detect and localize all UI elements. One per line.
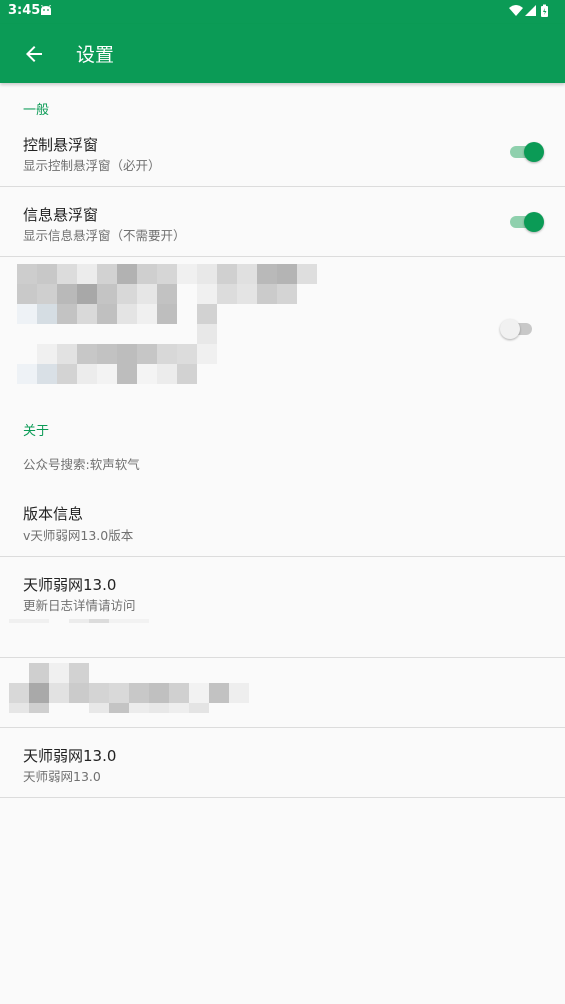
pref-summary: v天师弱网13.0版本 — [23, 528, 134, 543]
pref-version-info[interactable]: 版本信息 v天师弱网13.0版本 — [0, 490, 565, 556]
pref-summary: 公众号搜索:软声软气 — [23, 457, 140, 472]
section-header-general: 一般 — [23, 103, 50, 118]
blurred-content — [9, 663, 249, 713]
blurred-content — [17, 264, 317, 384]
pref-wechat-search[interactable]: 公众号搜索:软声软气 — [0, 440, 565, 486]
pref-app-name[interactable]: 天师弱网13.0 天师弱网13.0 — [0, 732, 565, 798]
system-icons — [509, 4, 548, 17]
pref-info-float[interactable]: 信息悬浮窗 显示信息悬浮窗（不需要开） — [0, 192, 565, 256]
pref-control-float[interactable]: 控制悬浮窗 显示控制悬浮窗（必开） — [0, 122, 565, 186]
control-float-switch[interactable] — [508, 140, 544, 164]
pref-title: 信息悬浮窗 — [23, 206, 99, 224]
divider — [0, 186, 565, 187]
pref-summary: 更新日志详情请访问 — [23, 598, 136, 613]
blurred-content — [9, 619, 149, 623]
app-bar: 设置 — [0, 24, 565, 83]
page-title: 设置 — [76, 44, 115, 66]
pref-title: 天师弱网13.0 — [23, 747, 117, 765]
pref-title: 版本信息 — [23, 505, 84, 523]
switch-thumb — [500, 319, 520, 339]
switch-thumb — [524, 142, 544, 162]
signal-icon — [525, 5, 536, 16]
pref-title: 天师弱网13.0 — [23, 576, 117, 594]
pref-blurred-link[interactable] — [0, 658, 565, 728]
section-header-about: 关于 — [23, 424, 50, 439]
pref-changelog[interactable]: 天师弱网13.0 更新日志详情请访问 — [0, 561, 565, 657]
info-float-switch[interactable] — [508, 210, 544, 234]
pref-summary: 天师弱网13.0 — [23, 769, 101, 784]
blurred-option-switch[interactable] — [500, 317, 536, 341]
arrow-left-icon[interactable] — [22, 42, 46, 66]
status-time: 3:45 — [8, 3, 41, 18]
pref-summary: 显示控制悬浮窗（必开） — [23, 158, 161, 173]
switch-thumb — [524, 212, 544, 232]
divider — [0, 556, 565, 557]
divider — [0, 797, 565, 798]
divider — [0, 727, 565, 728]
android-icon — [41, 5, 51, 15]
status-bar: 3:45 — [0, 0, 565, 24]
pref-blurred-option[interactable] — [0, 257, 565, 397]
pref-title: 控制悬浮窗 — [23, 136, 99, 154]
battery-icon — [541, 4, 548, 17]
wifi-icon — [509, 5, 523, 16]
pref-summary: 显示信息悬浮窗（不需要开） — [23, 228, 186, 243]
